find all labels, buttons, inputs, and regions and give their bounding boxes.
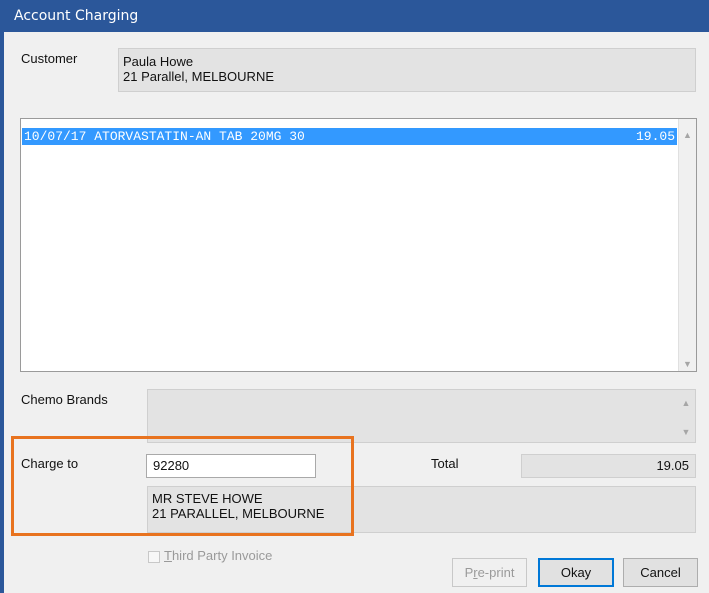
customer-label: Customer (21, 51, 78, 66)
okay-button[interactable]: Okay (538, 558, 614, 587)
transaction-amount: 19.05 (635, 129, 675, 144)
transaction-list-scrollbar[interactable]: ▲ ▼ (678, 119, 696, 371)
window-title: Account Charging (14, 8, 139, 24)
window-border (0, 0, 4, 593)
chemo-brands-label: Chemo Brands (21, 392, 108, 407)
preprint-rest: e-print (477, 565, 515, 580)
transaction-list[interactable]: 10/07/17 ATORVASTATIN-AN TAB 20MG 30 19.… (20, 118, 697, 372)
total-label: Total (431, 456, 459, 471)
third-party-invoice-text: hird Party Invoice (171, 548, 273, 563)
third-party-invoice-checkbox[interactable] (148, 551, 160, 563)
scroll-down-icon[interactable]: ▼ (679, 357, 696, 371)
customer-address: 21 Parallel, MELBOURNE (123, 69, 274, 84)
third-party-invoice-label[interactable]: Third Party Invoice (164, 548, 272, 563)
total-value: 19.05 (521, 454, 696, 478)
customer-name: Paula Howe (123, 54, 194, 69)
account-charging-dialog: Account Charging Customer Paula Howe 21 … (0, 0, 709, 593)
chemo-brands-scrollbar[interactable]: ▲ ▼ (677, 390, 695, 442)
transaction-description: 10/07/17 ATORVASTATIN-AN TAB 20MG 30 (24, 129, 305, 144)
title-bar[interactable]: Account Charging (0, 0, 709, 32)
chemo-brands-list[interactable]: ▲ ▼ (147, 389, 696, 443)
preprint-button[interactable]: Pre-print (452, 558, 527, 587)
scroll-up-icon[interactable]: ▲ (677, 396, 695, 410)
cancel-button[interactable]: Cancel (623, 558, 698, 587)
charge-to-highlight (11, 436, 354, 536)
preprint-first: P (464, 565, 474, 580)
scroll-up-icon[interactable]: ▲ (679, 128, 696, 142)
customer-details: Paula Howe 21 Parallel, MELBOURNE (118, 48, 696, 92)
scroll-down-icon[interactable]: ▼ (677, 425, 695, 439)
transaction-row[interactable]: 10/07/17 ATORVASTATIN-AN TAB 20MG 30 19.… (22, 128, 677, 145)
third-party-invoice-mnemonic: T (164, 548, 172, 563)
